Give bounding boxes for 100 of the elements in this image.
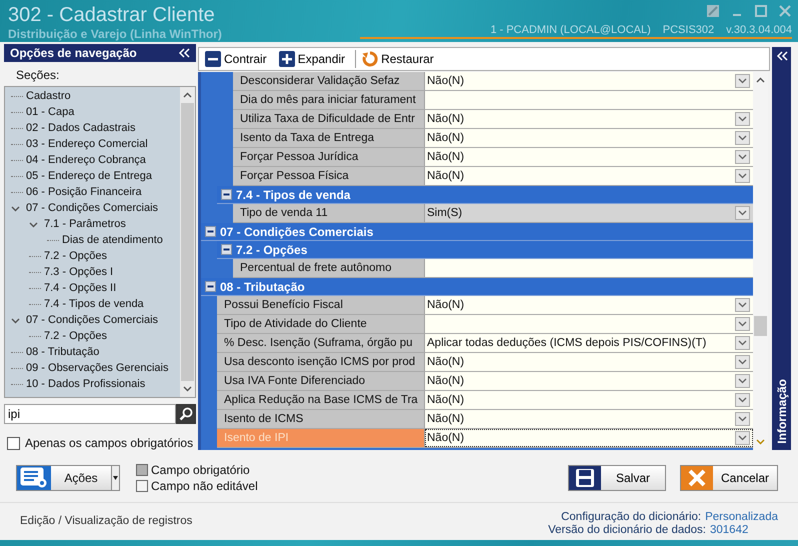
scroll-down-icon[interactable] bbox=[183, 386, 192, 392]
expand-button[interactable]: Expandir bbox=[276, 50, 352, 68]
dropdown-button[interactable] bbox=[735, 393, 750, 407]
input-field[interactable] bbox=[425, 91, 753, 109]
collapse-button[interactable]: Contrair bbox=[203, 50, 273, 68]
checkbox[interactable] bbox=[7, 436, 20, 450]
status-label: Configuração do dicionário: bbox=[561, 511, 702, 523]
dropdown-field[interactable]: Não(N) bbox=[425, 110, 753, 128]
minus-box-icon[interactable] bbox=[221, 189, 232, 200]
search-button[interactable] bbox=[176, 404, 196, 424]
window-subtitle: Distribuição e Varejo (Linha WinThor) bbox=[8, 27, 222, 41]
caret-icon bbox=[113, 476, 118, 480]
window-title: 302 - Cadastrar Cliente bbox=[8, 4, 216, 26]
status-value: Personalizada bbox=[705, 511, 778, 523]
restore-button[interactable]: Restaurar bbox=[360, 50, 440, 68]
search-field[interactable]: ipi bbox=[4, 404, 176, 424]
dropdown-field[interactable]: Aplicar todas deduções (ICMS depois PIS/COFINS)(T) bbox=[425, 334, 753, 352]
plus-icon bbox=[278, 51, 295, 67]
dropdown-button[interactable] bbox=[735, 355, 750, 369]
chevron-down-icon bbox=[738, 378, 747, 384]
minus-box-icon[interactable] bbox=[205, 281, 216, 292]
field-label: Utiliza Taxa de Dificuldade de Entr bbox=[233, 110, 425, 128]
cancel-button[interactable]: Cancelar bbox=[680, 465, 778, 491]
actions-button[interactable]: Ações bbox=[16, 465, 112, 491]
dropdown-button[interactable] bbox=[735, 374, 750, 388]
dropdown-button[interactable] bbox=[735, 131, 750, 145]
dropdown-button[interactable] bbox=[735, 112, 750, 126]
dropdown-button[interactable] bbox=[735, 150, 750, 164]
minus-box-icon[interactable] bbox=[221, 244, 232, 255]
dropdown-field[interactable] bbox=[425, 315, 753, 333]
collapse-icon[interactable] bbox=[178, 48, 190, 58]
dropdown-field[interactable]: Não(N) bbox=[425, 410, 753, 428]
tree-item[interactable]: 02 - Dados Cadastrais bbox=[26, 122, 136, 134]
tree-item[interactable]: 09 - Observações Gerenciais bbox=[26, 362, 168, 374]
tree-item[interactable]: 10 - Dados Profissionais bbox=[26, 378, 146, 390]
dropdown-button[interactable] bbox=[735, 206, 750, 220]
dropdown-field[interactable]: Não(N) bbox=[425, 372, 753, 390]
group-header[interactable]: 07 - Condições Comerciais bbox=[201, 223, 753, 240]
scroll-up-icon[interactable] bbox=[183, 92, 192, 98]
tree-item[interactable]: Cadastro bbox=[26, 90, 71, 102]
field-label: Isento da Taxa de Entrega bbox=[233, 129, 425, 147]
dropdown-field[interactable]: Não(N) bbox=[425, 167, 753, 185]
tree-item[interactable]: 05 - Endereço de Entrega bbox=[26, 170, 152, 182]
legend-swatch bbox=[136, 464, 148, 476]
dropdown-field[interactable]: Sim(S) bbox=[425, 204, 753, 222]
tree-item[interactable]: Dias de atendimento bbox=[62, 234, 163, 246]
dropdown-button[interactable] bbox=[735, 298, 750, 312]
dropdown-field[interactable]: Não(N) bbox=[425, 391, 753, 409]
tree-item[interactable]: 7.2 - Opções bbox=[44, 330, 107, 342]
chevron-icon[interactable] bbox=[11, 316, 20, 324]
tree-item[interactable]: 07 - Condições Comerciais bbox=[26, 202, 158, 214]
field-label: Tipo de venda 11 bbox=[233, 204, 425, 222]
dropdown-button[interactable] bbox=[735, 431, 750, 445]
tree-item[interactable]: 7.1 - Parâmetros bbox=[44, 218, 126, 230]
dropdown-field[interactable]: Não(N) bbox=[425, 429, 753, 447]
dropdown-button[interactable] bbox=[735, 336, 750, 350]
group-title: 7.2 - Opções bbox=[236, 242, 308, 256]
tree-item[interactable]: 7.2 - Opções bbox=[44, 250, 107, 262]
tree-item[interactable]: 07 - Condições Comerciais bbox=[26, 314, 158, 326]
tree-item[interactable]: 7.3 - Opções I bbox=[44, 266, 114, 278]
dropdown-button[interactable] bbox=[735, 74, 750, 88]
tree-item[interactable]: 7.4 - Opções II bbox=[44, 282, 116, 294]
tree-item[interactable]: 06 - Posição Financeira bbox=[26, 186, 142, 198]
dropdown-button[interactable] bbox=[735, 169, 750, 183]
scroll-up-icon[interactable] bbox=[756, 77, 765, 83]
group-header[interactable]: 7.4 - Tipos de venda bbox=[217, 186, 753, 203]
group-header[interactable]: 08 - Tributação bbox=[201, 278, 753, 295]
tree-item[interactable]: 7.4 - Tipos de venda bbox=[44, 298, 144, 310]
chevron-down-icon bbox=[738, 116, 747, 122]
chevron-icon[interactable] bbox=[11, 204, 20, 212]
group-title: 07 - Condições Comerciais bbox=[220, 224, 374, 238]
group-title: 7.4 - Tipos de venda bbox=[236, 188, 350, 202]
dropdown-field[interactable]: Não(N) bbox=[425, 296, 753, 314]
scroll-thumb[interactable] bbox=[754, 316, 767, 336]
dropdown-arrow-button[interactable] bbox=[112, 465, 120, 491]
field-label: Isento de IPI bbox=[217, 429, 425, 447]
field-label: Forçar Pessoa Física bbox=[233, 167, 425, 185]
field-label: Isento de ICMS bbox=[217, 410, 425, 428]
collapse-icon[interactable] bbox=[776, 51, 788, 61]
input-field[interactable] bbox=[425, 259, 753, 277]
tree-item[interactable]: 04 - Endereço Cobrança bbox=[26, 154, 146, 166]
dropdown-field[interactable]: Não(N) bbox=[425, 148, 753, 166]
dropdown-field[interactable]: Não(N) bbox=[425, 72, 753, 90]
checkbox-label: Apenas os campos obrigatórios bbox=[25, 436, 194, 450]
group-header[interactable]: 7.2 - Opções bbox=[217, 241, 753, 258]
list-gear-icon bbox=[20, 467, 48, 489]
minus-box-icon[interactable] bbox=[205, 226, 216, 237]
tree-item[interactable]: 03 - Endereço Comercial bbox=[26, 138, 148, 150]
scroll-thumb[interactable] bbox=[181, 103, 194, 381]
dropdown-button[interactable] bbox=[735, 412, 750, 426]
save-button[interactable]: Salvar bbox=[568, 465, 666, 491]
scrollbar[interactable] bbox=[180, 87, 195, 397]
chevron-icon[interactable] bbox=[29, 220, 38, 228]
tree-item[interactable]: 08 - Tributação bbox=[26, 346, 100, 358]
dropdown-field[interactable]: Não(N) bbox=[425, 353, 753, 371]
scroll-down-icon[interactable] bbox=[756, 439, 765, 445]
dropdown-field[interactable]: Não(N) bbox=[425, 129, 753, 147]
tree-item[interactable]: 01 - Capa bbox=[26, 106, 74, 118]
dropdown-button[interactable] bbox=[735, 317, 750, 331]
version-label: v.30.3.04.004 bbox=[726, 24, 792, 36]
